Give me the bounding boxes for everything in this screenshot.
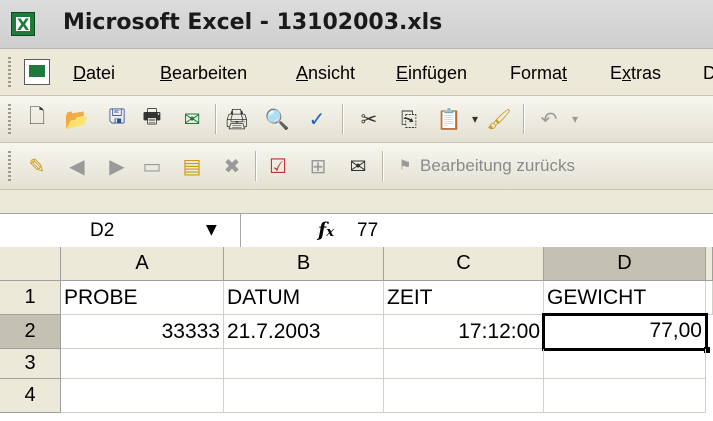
excel-app-icon[interactable]: X <box>11 12 35 36</box>
cell-a3[interactable] <box>61 349 224 379</box>
review-toolbar: ✎ ◀ ▶ ▭ ▤ ✖ ☑ ⊞ ✉ ⚑ Bearbeitung zurücks <box>0 143 713 190</box>
new-icon[interactable]: 🗋 <box>24 104 50 132</box>
standard-toolbar: 🗋 📂 🖫 🖶 ✉ 🖨 🔍 ✓ ✂ ⎘ 📋 ▾ 🖌 ↶ ▾ <box>0 96 713 143</box>
save-icon[interactable]: 🖫 <box>104 104 130 132</box>
show-comment-icon[interactable]: ▭ <box>139 153 165 179</box>
cell-c3[interactable] <box>384 349 544 379</box>
chevron-down-icon[interactable]: ▼ <box>206 222 217 238</box>
function-icon[interactable]: fx <box>318 219 334 241</box>
name-box[interactable]: D2 ▼ <box>0 214 241 247</box>
paste-dropdown-icon[interactable]: ▾ <box>462 106 488 132</box>
menu-grip[interactable] <box>8 57 11 87</box>
permission-icon[interactable]: 🖶 <box>139 104 165 132</box>
row-header-4[interactable]: 4 <box>0 379 61 413</box>
end-review-label[interactable]: Bearbeitung zurücks <box>420 156 575 176</box>
menu-cut-off[interactable]: D <box>703 63 713 84</box>
column-header-e[interactable] <box>706 247 713 281</box>
column-header-a[interactable]: A <box>61 247 224 281</box>
title-bar: X Microsoft Excel - 13102003.xls <box>0 0 713 49</box>
row-header-1[interactable]: 1 <box>0 281 61 315</box>
workbook-icon[interactable] <box>24 59 50 85</box>
show-all-comments-icon[interactable]: ▤ <box>179 153 205 179</box>
next-comment-icon[interactable]: ▶ <box>104 153 130 179</box>
undo-dropdown-icon[interactable]: ▾ <box>562 106 588 132</box>
cell-d1[interactable]: GEWICHT <box>544 281 706 315</box>
cell-d2-selected[interactable]: 77,00 <box>542 313 708 351</box>
window-title: Microsoft Excel - 13102003.xls <box>63 10 443 35</box>
toolbar-separator <box>215 104 217 134</box>
cell-a2[interactable]: 33333 <box>61 315 224 349</box>
open-icon[interactable]: 📂 <box>64 106 90 132</box>
menu-format[interactable]: Format <box>510 63 567 84</box>
spellcheck-icon[interactable]: ✓ <box>304 106 330 132</box>
delete-comment-icon[interactable]: ✖ <box>219 153 245 179</box>
print-preview-icon[interactable]: 🔍 <box>264 106 290 132</box>
cell-c2[interactable]: 17:12:00 <box>384 315 544 349</box>
cell-c1[interactable]: ZEIT <box>384 281 544 315</box>
menu-extras[interactable]: Extras <box>610 63 661 84</box>
toolbar-grip[interactable] <box>8 104 11 134</box>
row-header-2[interactable]: 2 <box>0 315 61 349</box>
name-box-value: D2 <box>90 220 115 241</box>
spreadsheet-grid[interactable]: A B C D 1 2 3 4 PROBE DATUM ZEIT GEWICHT… <box>0 247 713 421</box>
toolbar-grip[interactable] <box>8 151 11 181</box>
cell-d3[interactable] <box>544 349 706 379</box>
cell-b1[interactable]: DATUM <box>224 281 384 315</box>
cell-c4[interactable] <box>384 379 544 413</box>
menu-bar: Datei Bearbeiten Ansicht Einfügen Format… <box>0 49 713 96</box>
cell-a4[interactable] <box>61 379 224 413</box>
mail-icon[interactable]: ✉ <box>179 106 205 132</box>
track-changes-icon[interactable]: ☑ <box>265 153 291 179</box>
toolbar-separator <box>523 104 525 134</box>
protect-icon[interactable]: ⊞ <box>305 153 331 179</box>
menu-einfuegen[interactable]: Einfügen <box>396 63 467 84</box>
paste-icon[interactable]: 📋 <box>436 106 462 132</box>
select-all-corner[interactable] <box>0 247 61 281</box>
new-comment-icon[interactable]: ✎ <box>24 153 50 179</box>
menu-datei[interactable]: Datei <box>73 63 115 84</box>
cell-b4[interactable] <box>224 379 384 413</box>
column-header-c[interactable]: C <box>384 247 544 281</box>
formula-input[interactable]: 77 <box>357 220 378 242</box>
menu-ansicht[interactable]: Ansicht <box>296 63 355 84</box>
cell-b2[interactable]: 21.7.2003 <box>224 315 384 349</box>
format-painter-icon[interactable]: 🖌 <box>486 106 512 132</box>
cell-d4[interactable] <box>544 379 706 413</box>
cell-e1[interactable] <box>706 281 713 315</box>
toolbar-separator <box>342 104 344 134</box>
column-header-b[interactable]: B <box>224 247 384 281</box>
column-header-d[interactable]: D <box>544 247 706 281</box>
end-review-icon[interactable]: ⚑ <box>392 153 418 179</box>
toolbar-separator <box>382 151 384 181</box>
send-review-icon[interactable]: ✉ <box>345 153 371 179</box>
menu-bearbeiten[interactable]: Bearbeiten <box>160 63 247 84</box>
print-icon[interactable]: 🖨 <box>224 106 250 132</box>
cell-b3[interactable] <box>224 349 384 379</box>
previous-comment-icon[interactable]: ◀ <box>64 153 90 179</box>
cell-a1[interactable]: PROBE <box>61 281 224 315</box>
formula-bar: D2 ▼ fx 77 <box>0 213 713 248</box>
toolbar-separator <box>255 151 257 181</box>
cut-icon[interactable]: ✂ <box>356 106 382 132</box>
undo-icon[interactable]: ↶ <box>536 106 562 132</box>
copy-icon[interactable]: ⎘ <box>396 106 422 132</box>
row-header-3[interactable]: 3 <box>0 349 61 379</box>
